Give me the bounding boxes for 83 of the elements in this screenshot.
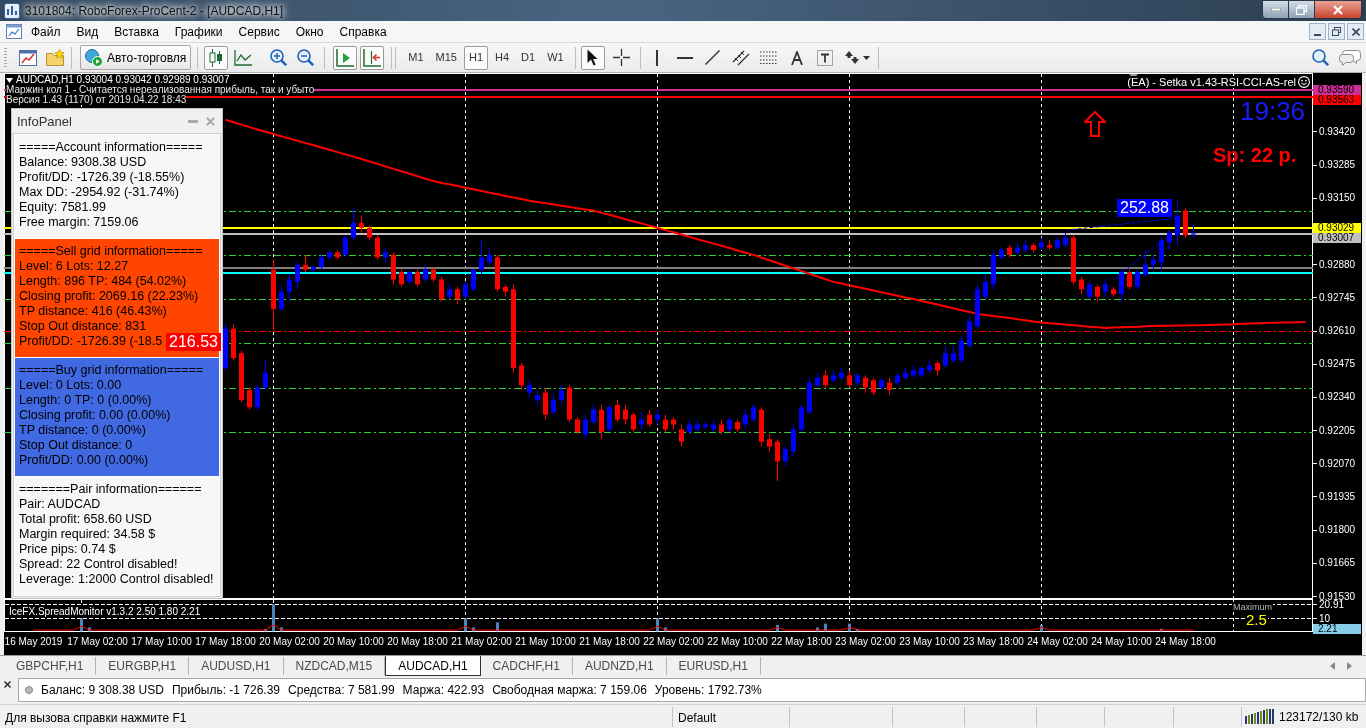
account-summary-item: Свободная маржа: 7 159.06 bbox=[492, 683, 647, 697]
axis-label: 0.92610 bbox=[1319, 326, 1356, 337]
time-label: 17 May 02:00 bbox=[67, 636, 128, 648]
time-label: 23 May 18:00 bbox=[963, 636, 1024, 648]
panel-title: InfoPanel bbox=[17, 113, 72, 129]
time-label: 23 May 02:00 bbox=[835, 636, 896, 648]
expert-name: (EA) - Setka v1.43-RSI-CCI-AS-rel bbox=[1127, 76, 1296, 88]
chart-comment: Версия 1.43 (1170) от 2019.04.22 18:43 bbox=[6, 95, 187, 105]
info-line: TP distance: 0 (0.00%) bbox=[19, 423, 146, 438]
chart-comment: Маржин кол 1 - Считается нереализованная прибыль, так и убыто bbox=[6, 85, 315, 95]
price-tag: 0.93590 bbox=[1313, 85, 1361, 96]
time-label: 17 May 18:00 bbox=[195, 636, 256, 648]
info-line: =====Account information===== bbox=[19, 140, 203, 155]
time-label: 16 May 2019 bbox=[4, 636, 63, 648]
status-text: Для вызова справки нажмите F1 bbox=[5, 710, 187, 725]
axis-label: 0.92475 bbox=[1319, 359, 1356, 370]
time-label: 21 May 18:00 bbox=[579, 636, 640, 648]
traffic-text: 123172/130 kb bbox=[1279, 709, 1359, 724]
axis-label: 0.93150 bbox=[1319, 193, 1356, 204]
price-tag: 0.93029 bbox=[1313, 223, 1361, 234]
info-line: Margin required: 34.58 $ bbox=[19, 527, 156, 542]
info-line: Level: 6 Lots: 12.27 bbox=[19, 259, 129, 274]
info-line: Balance: 9308.38 USD bbox=[19, 155, 147, 170]
symbol-info: AUDCAD,H1 0.93004 0.93042 0.92989 0.93007 bbox=[16, 75, 230, 85]
axis-label: 0.92745 bbox=[1319, 292, 1356, 303]
time-label: 21 May 02:00 bbox=[451, 636, 512, 648]
info-line: Level: 0 Lots: 0.00 bbox=[19, 378, 122, 393]
axis-label: 0.91665 bbox=[1319, 558, 1356, 569]
account-summary-item: Баланс: 9 308.38 USD bbox=[41, 683, 164, 697]
time-label: 21 May 10:00 bbox=[515, 636, 576, 648]
info-line: Stop Out distance: 831 bbox=[19, 319, 147, 334]
info-line: TP distance: 416 (46.43%) bbox=[19, 304, 167, 319]
axis-label: 0.93420 bbox=[1319, 127, 1356, 137]
account-summary-item: Прибыль: -1 726.39 bbox=[171, 683, 281, 697]
info-line: Free margin: 7159.06 bbox=[19, 215, 139, 230]
time-label: 20 May 02:00 bbox=[259, 636, 320, 648]
window-title: 3101804: RoboForex-ProCent-2 - [AUDCAD,H1] bbox=[25, 3, 284, 18]
time-label: 20 May 18:00 bbox=[387, 636, 448, 648]
info-line: Price pips: 0.74 $ bbox=[19, 542, 116, 557]
axis-label: 0.91530 bbox=[1319, 591, 1356, 602]
account-summary-item: Маржа: 422.93 bbox=[402, 683, 485, 697]
account-summary-item: Средства: 7 581.99 bbox=[288, 683, 395, 697]
time-label: 20 May 10:00 bbox=[323, 636, 384, 648]
price-tag: 0.93007 bbox=[1313, 233, 1361, 244]
profile-text: Default bbox=[678, 710, 717, 725]
info-line: Length: 896 TP: 484 (54.02%) bbox=[19, 274, 187, 289]
info-line: Total profit: 658.60 USD bbox=[19, 512, 152, 527]
axis-label: 0.92070 bbox=[1319, 458, 1356, 469]
info-line: Leverage: 1:2000 Control disabled! bbox=[19, 572, 214, 587]
time-label: 17 May 10:00 bbox=[131, 636, 192, 648]
time-label: 22 May 10:00 bbox=[707, 636, 768, 648]
axis-label: 0.92205 bbox=[1319, 425, 1356, 436]
info-line: Profit/DD: -1726.39 (-18.55%) bbox=[19, 170, 185, 185]
axis-label: 0.92880 bbox=[1319, 259, 1356, 270]
spread-text: Sp: 22 p. bbox=[1213, 144, 1297, 166]
info-line: Pair: AUDCAD bbox=[19, 497, 101, 512]
info-line: Stop Out distance: 0 bbox=[19, 438, 133, 453]
clock-text: 19:36 bbox=[1240, 98, 1306, 124]
info-line: Equity: 7581.99 bbox=[19, 200, 106, 215]
account-summary-item: Уровень: 1792.73% bbox=[654, 683, 762, 697]
info-line: =======Pair information====== bbox=[19, 482, 202, 497]
info-line: Max DD: -2954.92 (-31.74%) bbox=[19, 185, 179, 200]
axis-label: 0.92340 bbox=[1319, 392, 1356, 403]
time-label: 24 May 18:00 bbox=[1155, 636, 1216, 648]
info-line: Length: 0 TP: 0 (0.00%) bbox=[19, 393, 152, 408]
profit-label: 252.88 bbox=[1117, 199, 1172, 217]
time-label: 22 May 02:00 bbox=[643, 636, 704, 648]
info-line: Profit/DD: -1726.39 (-18.5 bbox=[19, 334, 163, 349]
info-line: Profit/DD: 0.00 (0.00%) bbox=[19, 453, 149, 468]
info-line: Closing profit: 0.00 (0.00%) bbox=[19, 408, 171, 423]
profit-label: 216.53 bbox=[166, 333, 221, 351]
time-label: 22 May 18:00 bbox=[771, 636, 832, 648]
info-line: =====Sell grid information===== bbox=[19, 244, 203, 259]
axis-label: 0.91800 bbox=[1319, 525, 1356, 536]
time-label: 24 May 10:00 bbox=[1091, 636, 1152, 648]
info-line: Spread: 22 Control disabled! bbox=[19, 557, 178, 572]
info-line: =====Buy grid information===== bbox=[19, 363, 204, 378]
price-tag: 0.93563 bbox=[1313, 95, 1361, 106]
time-label: 23 May 10:00 bbox=[899, 636, 960, 648]
axis-label: 0.93285 bbox=[1319, 160, 1356, 171]
axis-label: 0.91935 bbox=[1319, 492, 1356, 502]
info-line: Closing profit: 2069.16 (22.23%) bbox=[19, 289, 199, 304]
time-label: 24 May 02:00 bbox=[1027, 636, 1088, 648]
